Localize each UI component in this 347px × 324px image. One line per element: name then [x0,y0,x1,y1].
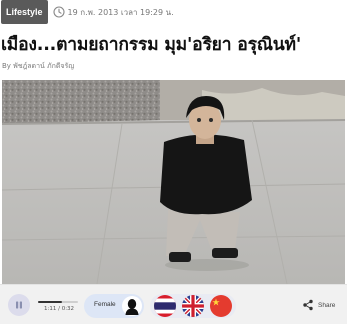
article-headline: เมือง...ตามยถากรรม มุม'อริยา อรุณินท์' [1,35,302,55]
article-meta: Lifestyle 19 ก.พ. 2013 เวลา 19:29 น. [1,0,174,24]
share-icon [303,299,313,311]
thai-flag-icon[interactable] [154,295,176,317]
category-tag[interactable]: Lifestyle [1,0,48,24]
voice-avatar [122,296,142,316]
uk-flag-icon[interactable] [182,295,204,317]
time-readout: 1:11 / 0:32 [44,306,75,312]
publish-timestamp: 19 ก.พ. 2013 เวลา 19:29 น. [67,7,174,17]
pause-icon [16,301,22,309]
clock-icon [52,6,65,18]
language-selector [150,294,236,318]
voice-selector[interactable]: Female [84,294,144,318]
article-photo [2,80,345,284]
china-flag-icon[interactable] [210,295,232,317]
play-pause-button[interactable] [8,294,30,316]
person-silhouette-icon [125,299,139,315]
progress-fill [38,301,62,303]
share-label: Share [318,301,336,309]
photo-scene [2,80,345,284]
voice-label: Female [94,301,116,308]
progress-slider[interactable] [38,301,78,303]
audio-player: 1:11 / 0:32 Female Share [0,284,347,324]
share-button[interactable]: Share [302,294,342,316]
article-byline: By พัชฎ์ลดาน์ ภักดีจรัญ [2,62,75,70]
